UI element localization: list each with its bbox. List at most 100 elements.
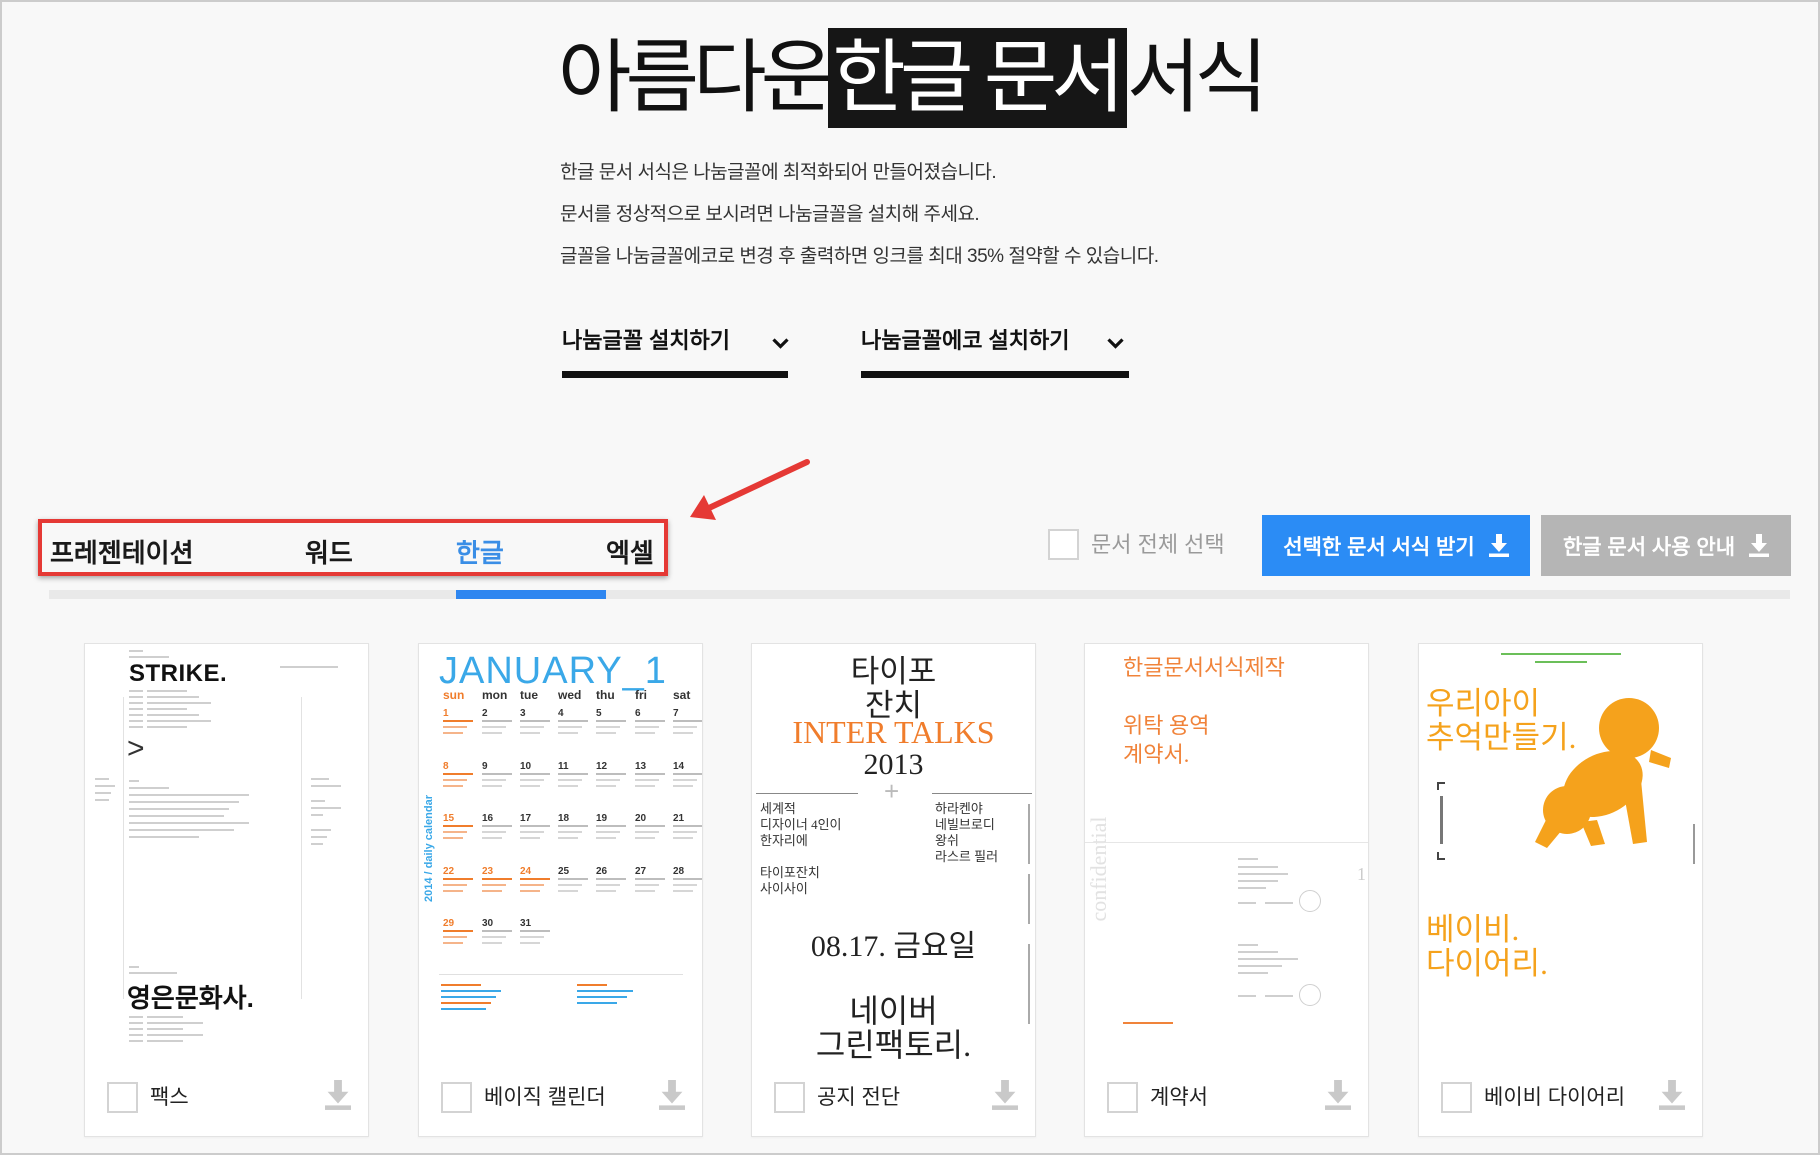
text-line <box>129 822 249 824</box>
download-selected-button[interactable]: 선택한 문서 서식 받기 <box>1262 515 1530 576</box>
calendar-day-number: 7 <box>673 708 679 719</box>
text-line <box>129 1028 143 1030</box>
text-line <box>441 1002 491 1004</box>
calendar-day: 11 <box>558 761 592 807</box>
calendar-day: 5 <box>596 708 630 754</box>
calendar-weekday: sun <box>443 688 465 702</box>
template-preview[interactable]: 타이포 잔치 INTER TALKS 2013 + 세계적 디자이너 4인이 한… <box>752 644 1035 1064</box>
chevron-down-icon <box>772 336 789 354</box>
template-label[interactable]: 계약서 <box>1150 1080 1208 1115</box>
download-icon[interactable] <box>992 1080 1018 1110</box>
calendar-day-number: 16 <box>482 813 494 824</box>
calendar-day: 15 <box>443 813 477 859</box>
calendar-day-number: 12 <box>596 761 608 772</box>
calendar-day-number: 4 <box>558 708 564 719</box>
text-line <box>311 800 325 802</box>
usage-guide-button[interactable]: 한글 문서 사용 안내 <box>1541 515 1791 576</box>
template-checkbox[interactable] <box>441 1082 472 1113</box>
text-line <box>129 780 139 782</box>
template-preview[interactable]: 한글문서서식제작 위탁 용역 계약서. confidential 1 <box>1085 644 1368 1064</box>
text-line <box>558 732 578 734</box>
template-preview[interactable]: JANUARY_1 2014 / daily calendar sun mon tu… <box>419 644 702 1064</box>
calendar-day: 13 <box>635 761 669 807</box>
text-line <box>129 690 143 692</box>
text-line <box>129 702 143 704</box>
text-line <box>596 884 620 886</box>
calendar-day-rule <box>673 825 702 827</box>
download-icon[interactable] <box>1659 1080 1685 1110</box>
text-line <box>95 799 109 801</box>
template-label[interactable]: 베이직 캘린더 <box>484 1080 606 1115</box>
text-line <box>1238 887 1266 889</box>
calendar-day-rule <box>482 878 512 880</box>
text-line <box>1238 958 1298 960</box>
calendar-day-rule <box>520 773 550 775</box>
text-line <box>1028 874 1030 924</box>
calendar-day: 9 <box>482 761 516 807</box>
template-preview[interactable]: STRIKE. > 영은문화사. <box>85 644 368 1064</box>
text-line <box>482 890 502 892</box>
select-all-label[interactable]: 문서 전체 선택 <box>1091 529 1225 560</box>
text-line <box>129 656 169 658</box>
text-line <box>147 708 187 710</box>
download-icon[interactable] <box>659 1080 685 1110</box>
text-line <box>1437 852 1439 860</box>
poster-intro-line: 디자이너 4인이 <box>760 817 842 832</box>
calendar-day-rule <box>520 720 550 722</box>
nanum-eco-font-install-button[interactable]: 나눔글꼴에코 설치하기 <box>861 322 1129 378</box>
calendar-day-number: 2 <box>482 708 488 719</box>
poster-speaker: 네빌브로디 <box>935 817 995 832</box>
text-line <box>443 831 467 833</box>
download-icon[interactable] <box>325 1080 351 1110</box>
template-checkbox[interactable] <box>1107 1082 1138 1113</box>
calendar-weekday: wed <box>558 688 582 702</box>
text-line <box>129 1034 143 1036</box>
poster-speaker: 왕쉬 <box>935 833 959 848</box>
calendar-day-rule <box>635 720 665 722</box>
text-line <box>932 793 1032 794</box>
calendar-day-rule <box>482 930 512 932</box>
text-line <box>482 884 506 886</box>
text-line <box>441 984 481 986</box>
template-label[interactable]: 공지 전단 <box>817 1080 900 1115</box>
text-line <box>1693 824 1695 864</box>
calendar-day: 22 <box>443 866 477 912</box>
text-line <box>311 836 327 838</box>
text-line <box>635 831 659 833</box>
template-checkbox[interactable] <box>774 1082 805 1113</box>
poster-speakers: 하라켄야 네빌브로디 왕쉬 라스르 필러 <box>935 801 998 865</box>
contract-page-number: 1 <box>1357 864 1366 884</box>
text-line <box>129 801 239 803</box>
install-label: 나눔글꼴에코 설치하기 <box>861 328 1070 353</box>
calendar-day-rule <box>443 720 473 722</box>
calendar-day-number: 21 <box>673 813 685 824</box>
template-label[interactable]: 팩스 <box>150 1080 189 1115</box>
select-all-checkbox[interactable] <box>1048 529 1079 560</box>
text-line <box>129 787 169 789</box>
calendar-day-rule <box>635 878 665 880</box>
template-checkbox[interactable] <box>107 1082 138 1113</box>
template-checkbox[interactable] <box>1441 1082 1472 1113</box>
text-line <box>577 990 633 992</box>
text-line <box>596 831 620 833</box>
template-card-contract: 한글문서서식제작 위탁 용역 계약서. confidential 1 계약서 <box>1084 643 1369 1137</box>
title-highlight: 한글 문서 <box>828 28 1127 128</box>
calendar-day: 7 <box>673 708 702 754</box>
template-label[interactable]: 베이비 다이어리 <box>1484 1080 1625 1115</box>
text-line <box>129 972 177 974</box>
text-line <box>596 785 616 787</box>
text-line <box>1440 796 1443 844</box>
text-line <box>1238 972 1268 974</box>
download-icon[interactable] <box>1325 1080 1351 1110</box>
calendar-day: 30 <box>482 918 516 964</box>
text-line <box>147 720 211 722</box>
nanum-font-install-button[interactable]: 나눔글꼴 설치하기 <box>562 322 789 378</box>
fax-recipient-name: 영은문화사. <box>127 983 254 1013</box>
text-line <box>596 732 616 734</box>
text-line <box>482 837 502 839</box>
template-preview[interactable]: 우리아이 추억만들기. 베이비. 다이어리. <box>1419 644 1702 1064</box>
text-line <box>129 794 249 796</box>
tab-track <box>49 590 1790 599</box>
calendar-weekday: sat <box>673 688 691 702</box>
intro-line: 글꼴을 나눔글꼴에코로 변경 후 출력하면 잉크를 최대 35% 절약할 수 있… <box>560 246 1159 267</box>
